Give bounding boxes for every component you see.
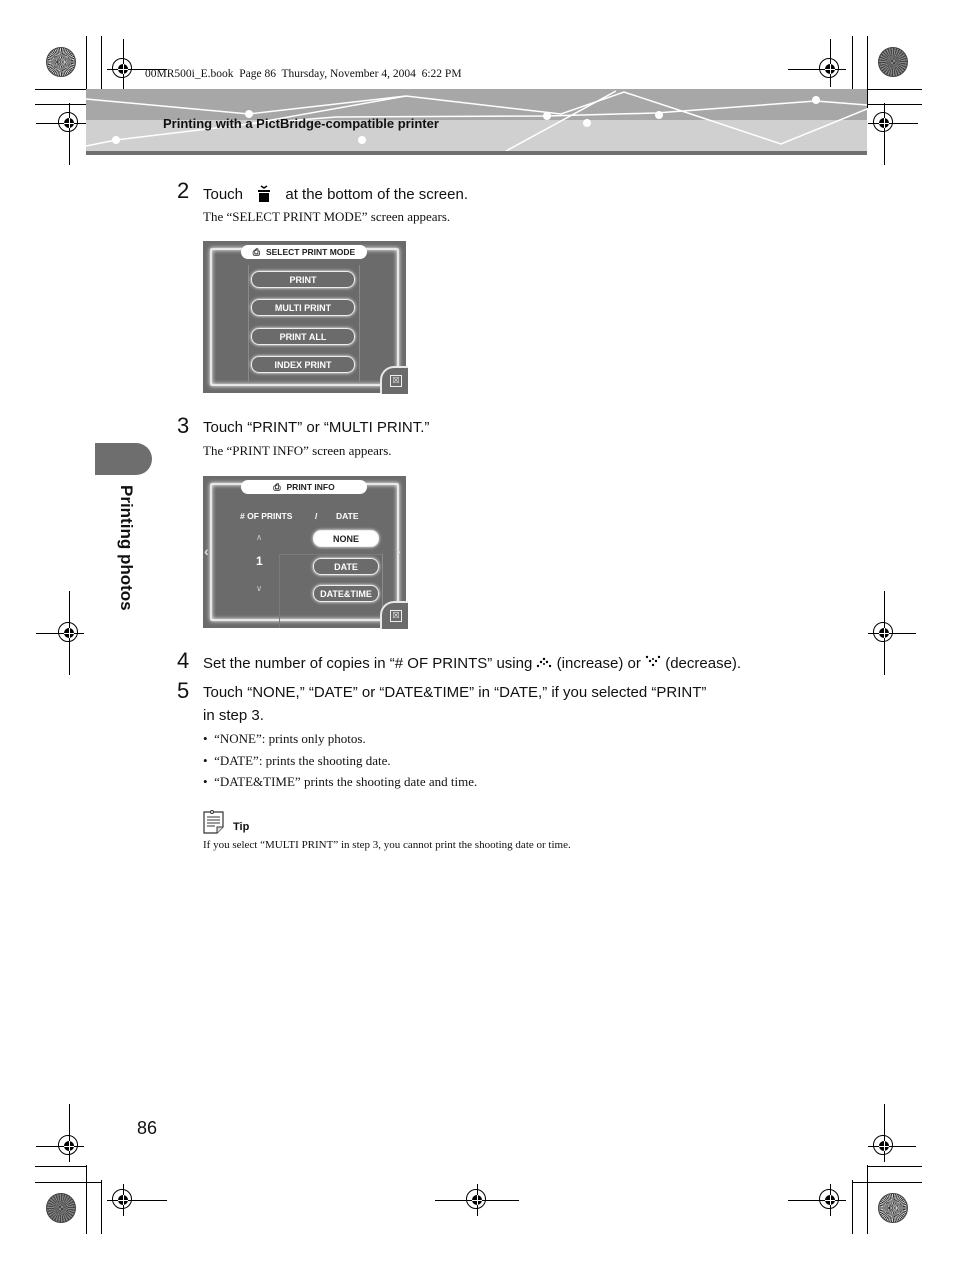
- step-number: 3: [177, 413, 190, 438]
- bullet-item: • “DATE&TIME” prints the shooting date a…: [203, 774, 478, 789]
- crop-mark: [852, 1180, 853, 1234]
- print-button[interactable]: PRINT: [251, 271, 355, 288]
- crop-mark: [867, 1165, 868, 1234]
- date-column-label: DATE: [336, 511, 359, 521]
- step-3-text: Touch “PRINT” or “MULTI PRINT.”: [203, 419, 430, 436]
- crop-mark: [852, 1182, 922, 1183]
- step-2-subtext: The “SELECT PRINT MODE” screen appears.: [203, 209, 451, 224]
- tip-label: Tip: [233, 821, 250, 833]
- bullet-icon: •: [203, 753, 208, 768]
- column-divider: /: [315, 511, 318, 521]
- color-target-icon: [46, 47, 76, 77]
- close-button[interactable]: ☒: [390, 375, 402, 387]
- increase-icon: [536, 656, 552, 668]
- printer-icon: ⎙: [252, 246, 260, 257]
- crop-mark: [867, 104, 922, 105]
- tip-text: If you select “MULTI PRINT” in step 3, y…: [203, 839, 571, 851]
- date-option-date[interactable]: DATE: [313, 558, 379, 575]
- color-target-icon: [878, 47, 908, 77]
- bullet-icon: •: [203, 731, 208, 746]
- color-target-icon: [46, 1193, 76, 1223]
- print-all-button[interactable]: PRINT ALL: [251, 328, 355, 345]
- screen-title: ⎙ PRINT INFO: [241, 480, 367, 494]
- crop-mark: [867, 36, 868, 108]
- print-icon: [257, 185, 271, 203]
- step-5-text-line1: Touch “NONE,” “DATE” or “DATE&TIME” in “…: [203, 684, 707, 701]
- crop-mark: [86, 1165, 87, 1234]
- index-print-button[interactable]: INDEX PRINT: [251, 356, 355, 373]
- step-5-text-line2: in step 3.: [203, 707, 264, 724]
- print-metadata-line: 00MR500i_E.book Page 86 Thursday, Novemb…: [145, 68, 462, 80]
- step-2-text: Touch at the bottom of the screen.: [203, 185, 468, 203]
- step-number: 4: [177, 648, 190, 673]
- step-3-subtext: The “PRINT INFO” screen appears.: [203, 443, 392, 458]
- printer-icon: ⎙: [273, 481, 281, 492]
- page-number: 86: [137, 1118, 158, 1138]
- chapter-label: Printing photos: [117, 485, 136, 611]
- section-title: Printing with a PictBridge-compatible pr…: [163, 116, 439, 131]
- crop-mark: [35, 1182, 101, 1183]
- crop-mark: [101, 36, 102, 90]
- next-arrow-icon[interactable]: ›: [396, 543, 401, 559]
- close-button[interactable]: ☒: [390, 610, 402, 622]
- crop-mark: [101, 1180, 102, 1234]
- step-2-text-before: Touch: [203, 186, 244, 203]
- color-target-icon: [878, 1193, 908, 1223]
- bullet-item: • “DATE”: prints the shooting date.: [203, 753, 391, 768]
- previous-arrow-icon[interactable]: ‹: [204, 543, 209, 559]
- increase-button[interactable]: ∧: [256, 532, 262, 543]
- screen-title: ⎙ SELECT PRINT MODE: [241, 245, 367, 259]
- step-number: 2: [177, 178, 190, 203]
- select-print-mode-screen: ⎙ SELECT PRINT MODE PRINT MULTI PRINT PR…: [203, 241, 408, 394]
- bullet-item: • “NONE”: prints only photos.: [203, 731, 366, 746]
- crop-mark: [35, 1166, 86, 1167]
- tip-note-icon: [202, 809, 226, 835]
- crop-mark: [35, 104, 86, 105]
- step-2-text-after: at the bottom of the screen.: [285, 186, 468, 203]
- prints-count: 1: [256, 554, 263, 568]
- chapter-tab: [95, 443, 152, 475]
- date-option-none[interactable]: NONE: [313, 530, 379, 547]
- decrease-button[interactable]: ∨: [256, 583, 262, 594]
- decrease-icon: [645, 654, 661, 667]
- date-option-date-time[interactable]: DATE&TIME: [313, 585, 379, 602]
- bullet-icon: •: [203, 774, 208, 789]
- step-4-text: Set the number of copies in “# OF PRINTS…: [203, 654, 742, 672]
- print-info-screen: ⎙ PRINT INFO # OF PRINTS / DATE ∧ 1 ∨ ‹ …: [203, 476, 408, 629]
- prints-column-label: # OF PRINTS: [240, 511, 293, 521]
- crop-mark: [852, 36, 853, 90]
- multi-print-button[interactable]: MULTI PRINT: [251, 299, 355, 316]
- step-number: 5: [177, 678, 190, 703]
- crop-mark: [867, 1166, 922, 1167]
